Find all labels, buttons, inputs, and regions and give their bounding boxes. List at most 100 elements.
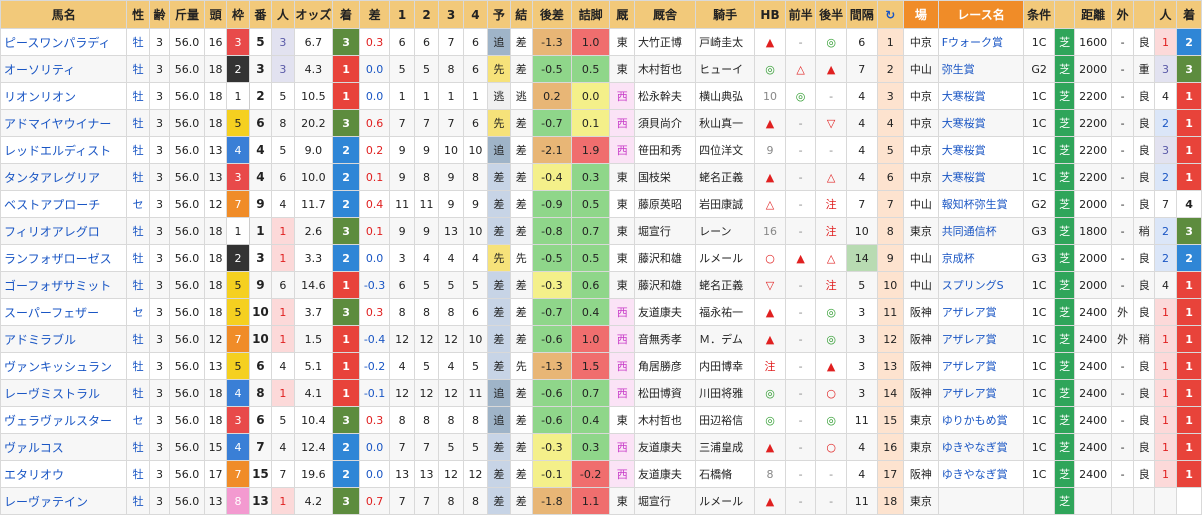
cell-name[interactable]: タンタアレグリア: [0, 163, 128, 191]
cell-trainer[interactable]: 松田博資: [633, 379, 697, 407]
cell-jockey[interactable]: 三浦皇成: [695, 433, 756, 461]
cell-jockey[interactable]: 石橋脩: [695, 460, 756, 488]
cell-jockey[interactable]: 川田将雅: [695, 379, 756, 407]
column-header[interactable]: [1053, 0, 1076, 29]
cell-name[interactable]: ゴーフォザサミット: [0, 271, 128, 299]
table-row[interactable]: フィリオアレグロ牡 3 56.0 18 1 1 1 2.6 3 0.1 9 9 13 10 差差 -0.8 0.…: [0, 217, 1202, 245]
column-header[interactable]: 差: [358, 0, 391, 29]
cell-name[interactable]: レーヴァテイン: [0, 487, 128, 515]
cell-trainer[interactable]: 笹田和秀: [633, 136, 697, 164]
cell-jockey[interactable]: ヒューイ: [695, 55, 756, 83]
cell-name[interactable]: レーヴミストラル: [0, 379, 128, 407]
cell-name[interactable]: ヴェラヴァルスター: [0, 406, 128, 434]
cell-jockey[interactable]: 田辺裕信: [695, 406, 756, 434]
cell-race[interactable]: 大寒桜賞: [937, 163, 1025, 191]
cell-jockey[interactable]: 蛯名正義: [695, 163, 756, 191]
column-header[interactable]: 条件: [1023, 0, 1055, 29]
cell-race[interactable]: スプリングS: [937, 271, 1025, 299]
table-row[interactable]: ベストアプローチセ 3 56.0 12 7 9 4 11.7 2 0.4 11 11 9 9 差差 -0.9 0…: [0, 190, 1202, 218]
cell-name[interactable]: リオンリオン: [0, 82, 128, 110]
column-header[interactable]: レース名: [937, 0, 1025, 29]
cell-race[interactable]: [937, 487, 1025, 515]
cell-race[interactable]: ゆきやなぎ賞: [937, 433, 1025, 461]
table-row[interactable]: エタリオウ牡 3 56.0 17 7 15 7 19.6 2 0.0 13 13 12 12 差差 -0.1-…: [0, 460, 1202, 488]
column-header[interactable]: 1: [389, 0, 415, 29]
table-row[interactable]: ピースワンパラディ牡 3 56.0 16 3 5 3 6.7 3 0.3 6 6 7 6 追差 -1.3 1.0…: [0, 28, 1202, 56]
cell-trainer[interactable]: 堀宣行: [633, 487, 697, 515]
cell-name[interactable]: フィリオアレグロ: [0, 217, 128, 245]
table-row[interactable]: ゴーフォザサミット牡 3 56.0 18 5 9 6 14.6 1 -0.3 6 5 5 5 差差 -0.3 0…: [0, 271, 1202, 299]
cell-jockey[interactable]: 内田博幸: [695, 352, 756, 380]
cell-trainer[interactable]: 須貝尚介: [633, 109, 697, 137]
cell-race[interactable]: ゆきやなぎ賞: [937, 460, 1025, 488]
table-row[interactable]: レッドエルディスト牡 3 56.0 13 4 4 5 9.0 2 0.2 9 9 10 10 追差 -2.1 1…: [0, 136, 1202, 164]
cell-race[interactable]: アザレア賞: [937, 298, 1025, 326]
table-row[interactable]: スーパーフェザーセ 3 56.0 18 5 10 1 3.7 3 0.3 8 8 8 6 差差 -0.7 0.4…: [0, 298, 1202, 326]
column-header[interactable]: HB: [754, 0, 786, 29]
column-header[interactable]: 厩舎: [633, 0, 697, 29]
cell-trainer[interactable]: 藤沢和雄: [633, 271, 697, 299]
cell-trainer[interactable]: 友道康夫: [633, 298, 697, 326]
column-header[interactable]: 前半: [784, 0, 817, 29]
cell-name[interactable]: スーパーフェザー: [0, 298, 128, 326]
cell-trainer[interactable]: 堀宣行: [633, 217, 697, 245]
column-header[interactable]: 2: [413, 0, 440, 29]
cell-race[interactable]: 大寒桜賞: [937, 82, 1025, 110]
cell-race[interactable]: 報知杯弥生賞: [937, 190, 1025, 218]
column-header[interactable]: 4: [462, 0, 489, 29]
cell-race[interactable]: 京成杯: [937, 244, 1025, 272]
cell-name[interactable]: アドミラブル: [0, 325, 128, 353]
cell-jockey[interactable]: ルメール: [695, 244, 756, 272]
column-header[interactable]: 人: [1153, 0, 1178, 29]
column-header[interactable]: 人: [271, 0, 295, 29]
column-header[interactable]: 番: [248, 0, 273, 29]
cell-race[interactable]: Fウォーク賞: [937, 28, 1025, 56]
cell-jockey[interactable]: 横山典弘: [695, 82, 756, 110]
column-header[interactable]: 3: [438, 0, 464, 29]
cell-race[interactable]: 弥生賞: [937, 55, 1025, 83]
cell-trainer[interactable]: 角居勝彦: [633, 352, 697, 380]
cell-race[interactable]: 大寒桜賞: [937, 136, 1025, 164]
cell-trainer[interactable]: 松永幹夫: [633, 82, 697, 110]
cell-trainer[interactable]: 木村哲也: [633, 406, 697, 434]
column-header[interactable]: 間隔: [845, 0, 878, 29]
table-row[interactable]: オーソリティ牡 3 56.0 18 2 3 3 4.3 1 0.0 5 5 8 6 先差 -0.5 0.5 東木村…: [0, 55, 1202, 83]
cell-jockey[interactable]: Ｍ．デム: [695, 325, 756, 353]
column-header[interactable]: 結: [509, 0, 534, 29]
cell-jockey[interactable]: 四位洋文: [695, 136, 756, 164]
cell-jockey[interactable]: 蛯名正義: [695, 271, 756, 299]
column-header[interactable]: 頭: [203, 0, 228, 29]
cell-name[interactable]: ヴァンキッシュラン: [0, 352, 128, 380]
table-row[interactable]: ヴァンキッシュラン牡 3 56.0 13 5 6 4 5.1 1 -0.2 4 5 4 5 差先 -1.3 1.…: [0, 352, 1202, 380]
cell-jockey[interactable]: 秋山真一: [695, 109, 756, 137]
column-header[interactable]: ↻: [876, 0, 905, 29]
table-row[interactable]: レーヴミストラル牡 3 56.0 18 4 8 1 4.1 1 -0.1 12 12 12 11 追差 -0.…: [0, 379, 1202, 407]
cell-trainer[interactable]: 藤原英昭: [633, 190, 697, 218]
cell-trainer[interactable]: 友道康夫: [633, 460, 697, 488]
cell-race[interactable]: アザレア賞: [937, 325, 1025, 353]
column-header[interactable]: 斤量: [169, 0, 205, 29]
cell-jockey[interactable]: ルメール: [695, 487, 756, 515]
column-header[interactable]: 後半: [815, 0, 847, 29]
column-header[interactable]: 後差: [532, 0, 572, 29]
column-header[interactable]: 外: [1110, 0, 1135, 29]
cell-race[interactable]: アザレア賞: [937, 352, 1025, 380]
table-row[interactable]: アドミラブル牡 3 56.0 12 7 10 1 1.5 1 -0.4 12 12 12 10 差差 -0.6…: [0, 325, 1202, 353]
column-header[interactable]: 場: [903, 0, 939, 29]
column-header[interactable]: 着: [1176, 0, 1202, 29]
cell-race[interactable]: アザレア賞: [937, 379, 1025, 407]
cell-trainer[interactable]: 友道康夫: [633, 433, 697, 461]
cell-name[interactable]: アドマイヤウイナー: [0, 109, 128, 137]
column-header[interactable]: 馬名: [0, 0, 128, 29]
table-row[interactable]: タンタアレグリア牡 3 56.0 13 3 4 6 10.0 2 0.1 9 8 9 8 差差 -0.4 0.3…: [0, 163, 1202, 191]
cell-trainer[interactable]: 大竹正博: [633, 28, 697, 56]
cell-jockey[interactable]: 戸崎圭太: [695, 28, 756, 56]
cell-race[interactable]: ゆりかもめ賞: [937, 406, 1025, 434]
cell-trainer[interactable]: 木村哲也: [633, 55, 697, 83]
cell-name[interactable]: レッドエルディスト: [0, 136, 128, 164]
cell-name[interactable]: ランフォザローゼス: [0, 244, 128, 272]
table-row[interactable]: ヴァルコス牡 3 56.0 15 4 7 4 12.4 2 0.0 7 7 5 5 差差 -0.3 0.3 西友道…: [0, 433, 1202, 461]
cell-name[interactable]: オーソリティ: [0, 55, 128, 83]
cell-name[interactable]: ベストアプローチ: [0, 190, 128, 218]
column-header[interactable]: 騎手: [695, 0, 756, 29]
